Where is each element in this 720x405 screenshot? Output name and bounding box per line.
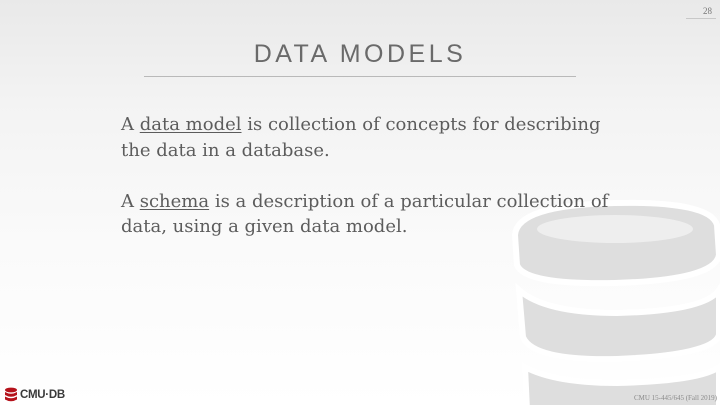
cmu-db-logo-icon xyxy=(5,387,17,402)
para-prefix: A xyxy=(121,114,140,135)
course-footer: CMU 15-445/645 (Fall 2019) xyxy=(633,394,717,402)
slide: 28 DATA MODELS A data model is collectio… xyxy=(0,0,720,405)
term-data-model: data model xyxy=(139,114,242,135)
logo-text: CMU·DB xyxy=(20,388,65,401)
title-divider xyxy=(144,76,576,77)
slide-title: DATA MODELS xyxy=(253,40,467,68)
page-number: 28 xyxy=(703,6,712,16)
page-number-rule xyxy=(686,18,716,19)
cmu-db-logo: CMU·DB xyxy=(4,387,65,402)
definition-schema: A schema is a description of a particula… xyxy=(121,189,621,240)
slide-body: A data model is collection of concepts f… xyxy=(121,112,621,265)
para-prefix: A xyxy=(121,190,140,212)
definition-data-model: A data model is collection of concepts f… xyxy=(121,112,621,163)
term-schema: schema xyxy=(139,190,210,212)
